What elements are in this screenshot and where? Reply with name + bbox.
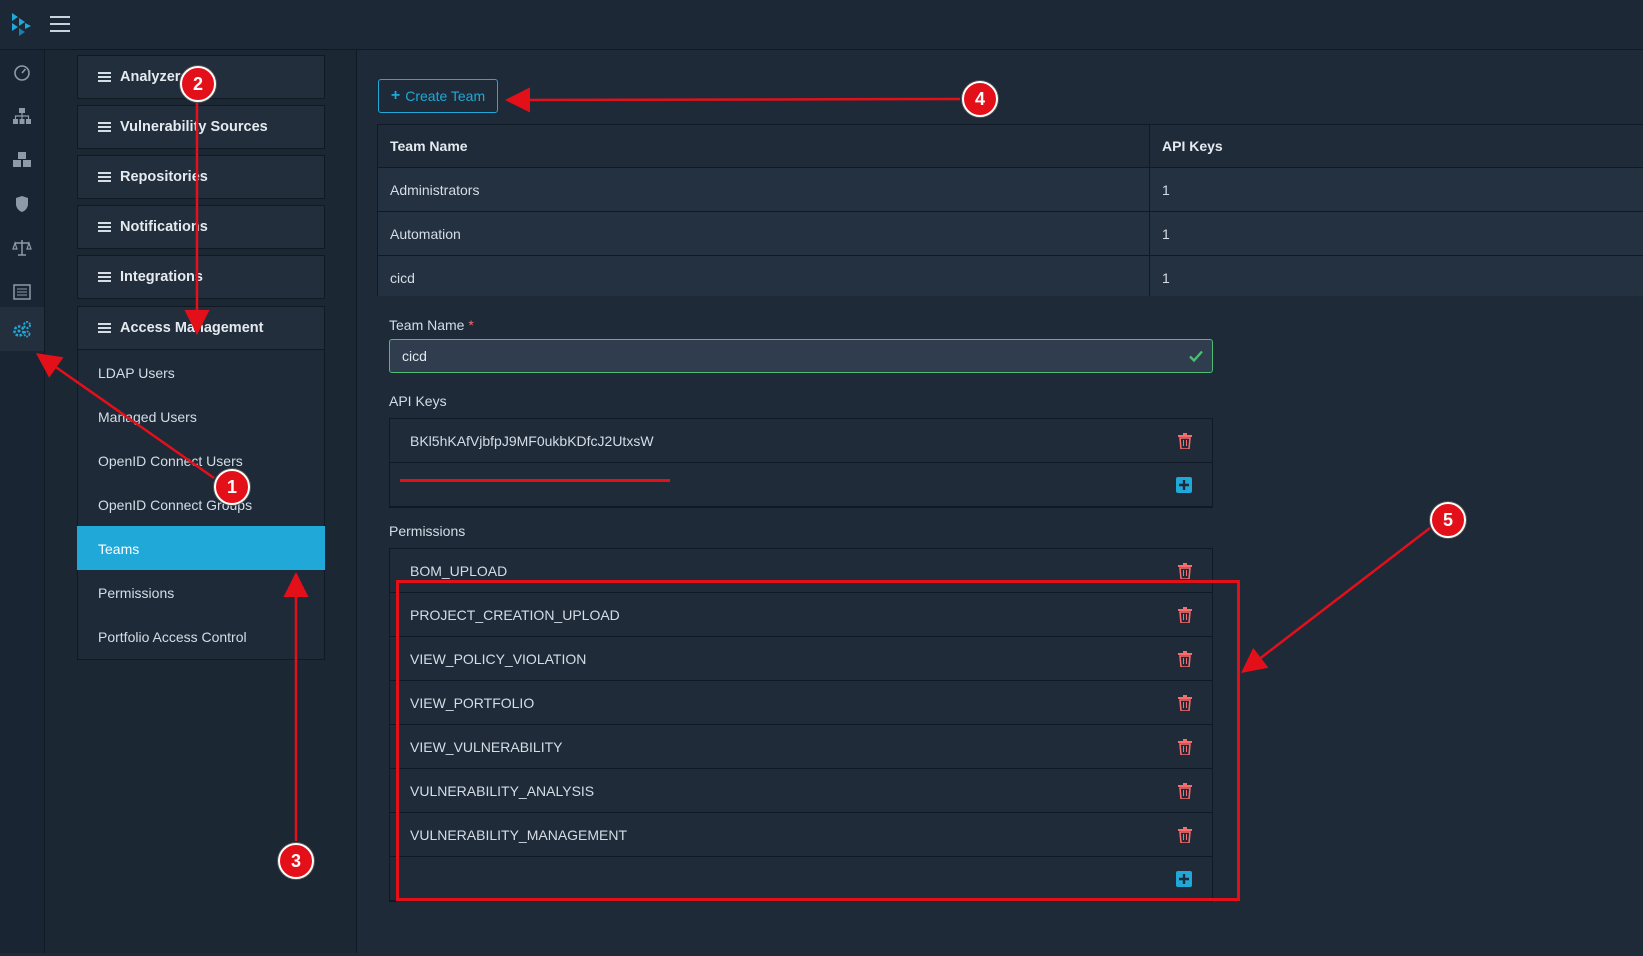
api-keys-list: BKl5hKAfVjbfpJ9MF0ukbKDfcJ2UtxsW bbox=[389, 418, 1213, 508]
cell-api-keys: 1 bbox=[1149, 168, 1631, 211]
cell-team-name: cicd bbox=[377, 256, 1149, 299]
permission-name: VIEW_PORTFOLIO bbox=[410, 694, 535, 711]
trash-icon[interactable] bbox=[1178, 826, 1192, 843]
permission-row: BOM_UPLOAD bbox=[390, 549, 1212, 593]
list-icon bbox=[98, 220, 111, 234]
menu-item-ldap-users[interactable]: LDAP Users bbox=[77, 350, 325, 396]
list-icon bbox=[98, 70, 111, 84]
list-icon bbox=[98, 120, 111, 134]
team-name-value: cicd bbox=[402, 348, 427, 364]
plus-icon: + bbox=[390, 87, 401, 104]
permission-row: VIEW_PORTFOLIO bbox=[390, 681, 1212, 725]
top-navbar bbox=[0, 0, 1643, 50]
trash-icon[interactable] bbox=[1178, 782, 1192, 799]
category-repositories[interactable]: Repositories bbox=[77, 155, 325, 199]
permission-name: VULNERABILITY_MANAGEMENT bbox=[410, 826, 628, 843]
icon-sidebar bbox=[0, 50, 45, 953]
category-integrations[interactable]: Integrations bbox=[77, 255, 325, 299]
create-team-label: Create Team bbox=[405, 88, 486, 104]
nav-dashboard[interactable] bbox=[0, 50, 44, 94]
menu-item-portfolio-access-control[interactable]: Portfolio Access Control bbox=[77, 614, 325, 660]
dependency-track-logo-icon[interactable] bbox=[10, 12, 32, 38]
category-label: Repositories bbox=[120, 169, 208, 185]
add-permission-icon[interactable] bbox=[1176, 870, 1192, 887]
permissions-list: BOM_UPLOAD PROJECT_CREATION_UPLOAD VIEW_… bbox=[389, 548, 1213, 902]
menu-item-teams[interactable]: Teams bbox=[77, 526, 325, 572]
permission-row: VIEW_VULNERABILITY bbox=[390, 725, 1212, 769]
permission-name: VIEW_POLICY_VIOLATION bbox=[410, 650, 587, 667]
add-api-key-icon[interactable] bbox=[1176, 476, 1192, 493]
table-row[interactable]: Automation 1 bbox=[377, 212, 1643, 256]
team-name-label: Team Name * bbox=[389, 317, 474, 333]
trash-icon[interactable] bbox=[1178, 562, 1192, 579]
list-icon bbox=[98, 270, 111, 284]
trash-icon[interactable] bbox=[1178, 606, 1192, 623]
table-header-row: Team Name API Keys bbox=[377, 124, 1643, 168]
balance-scale-icon bbox=[12, 240, 32, 256]
table-row[interactable]: cicd 1 bbox=[377, 256, 1643, 300]
list-icon bbox=[98, 170, 111, 184]
nav-projects[interactable] bbox=[0, 94, 44, 138]
category-label: Vulnerability Sources bbox=[120, 119, 268, 135]
cell-team-name: Automation bbox=[377, 212, 1149, 255]
cell-api-keys: 1 bbox=[1149, 256, 1631, 299]
trash-icon[interactable] bbox=[1178, 432, 1192, 449]
admin-settings-menu: Analyzers Vulnerability Sources Reposito… bbox=[45, 50, 357, 953]
permission-name: VULNERABILITY_ANALYSIS bbox=[410, 782, 595, 799]
permission-row: VULNERABILITY_MANAGEMENT bbox=[390, 813, 1212, 857]
menu-item-openid-connect-users[interactable]: OpenID Connect Users bbox=[77, 438, 325, 484]
permission-name: VIEW_VULNERABILITY bbox=[410, 738, 563, 755]
permissions-label: Permissions bbox=[389, 523, 466, 539]
category-access-management[interactable]: Access Management bbox=[77, 306, 325, 350]
nav-administration[interactable] bbox=[0, 307, 44, 351]
permission-row: PROJECT_CREATION_UPLOAD bbox=[390, 593, 1212, 637]
nav-licenses[interactable] bbox=[0, 226, 44, 270]
sitemap-icon bbox=[13, 108, 31, 124]
nav-components[interactable] bbox=[0, 138, 44, 182]
menu-item-permissions[interactable]: Permissions bbox=[77, 570, 325, 616]
team-detail-panel: Team Name * cicd API Keys BKl5hKAfVjbfpJ… bbox=[377, 296, 1643, 956]
column-header-team-name[interactable]: Team Name bbox=[377, 125, 1149, 167]
category-label: Analyzers bbox=[120, 69, 189, 85]
hamburger-icon[interactable] bbox=[50, 16, 70, 32]
api-key-row: BKl5hKAfVjbfpJ9MF0ukbKDfcJ2UtxsW bbox=[390, 419, 1212, 463]
team-name-label-text: Team Name bbox=[389, 317, 465, 333]
trash-icon[interactable] bbox=[1178, 650, 1192, 667]
cell-api-keys: 1 bbox=[1149, 212, 1631, 255]
check-icon bbox=[1189, 350, 1203, 363]
category-label: Access Management bbox=[120, 320, 264, 336]
list-icon bbox=[98, 321, 111, 335]
column-header-api-keys[interactable]: API Keys bbox=[1149, 125, 1631, 167]
category-notifications[interactable]: Notifications bbox=[77, 205, 325, 249]
nav-vulnerabilities[interactable] bbox=[0, 182, 44, 226]
add-api-key-row bbox=[390, 463, 1212, 507]
api-keys-label: API Keys bbox=[389, 393, 447, 409]
list-alt-icon bbox=[13, 284, 31, 300]
shield-icon bbox=[16, 196, 28, 212]
category-label: Integrations bbox=[120, 269, 203, 285]
permission-name: BOM_UPLOAD bbox=[410, 562, 508, 579]
trash-icon[interactable] bbox=[1178, 738, 1192, 755]
cell-team-name: Administrators bbox=[377, 168, 1149, 211]
dashboard-icon bbox=[14, 65, 30, 81]
category-vulnerability-sources[interactable]: Vulnerability Sources bbox=[77, 105, 325, 149]
team-name-input[interactable]: cicd bbox=[389, 339, 1213, 373]
main-content: + Create Team Team Name API Keys Adminis… bbox=[357, 50, 1643, 956]
cogs-icon bbox=[13, 321, 31, 338]
create-team-button[interactable]: + Create Team bbox=[378, 79, 498, 113]
cubes-icon bbox=[13, 152, 31, 167]
api-key-value[interactable]: BKl5hKAfVjbfpJ9MF0ukbKDfcJ2UtxsW bbox=[410, 433, 654, 449]
menu-item-managed-users[interactable]: Managed Users bbox=[77, 394, 325, 440]
category-label: Notifications bbox=[120, 219, 208, 235]
menu-item-openid-connect-groups[interactable]: OpenID Connect Groups bbox=[77, 482, 325, 528]
permission-row: VIEW_POLICY_VIOLATION bbox=[390, 637, 1212, 681]
teams-table: Team Name API Keys Administrators 1 Auto… bbox=[377, 124, 1643, 300]
permission-name: PROJECT_CREATION_UPLOAD bbox=[410, 606, 620, 623]
required-mark: * bbox=[468, 317, 474, 333]
trash-icon[interactable] bbox=[1178, 694, 1192, 711]
add-permission-row bbox=[390, 857, 1212, 901]
table-row[interactable]: Administrators 1 bbox=[377, 168, 1643, 212]
permission-row: VULNERABILITY_ANALYSIS bbox=[390, 769, 1212, 813]
category-analyzers[interactable]: Analyzers bbox=[77, 55, 325, 99]
